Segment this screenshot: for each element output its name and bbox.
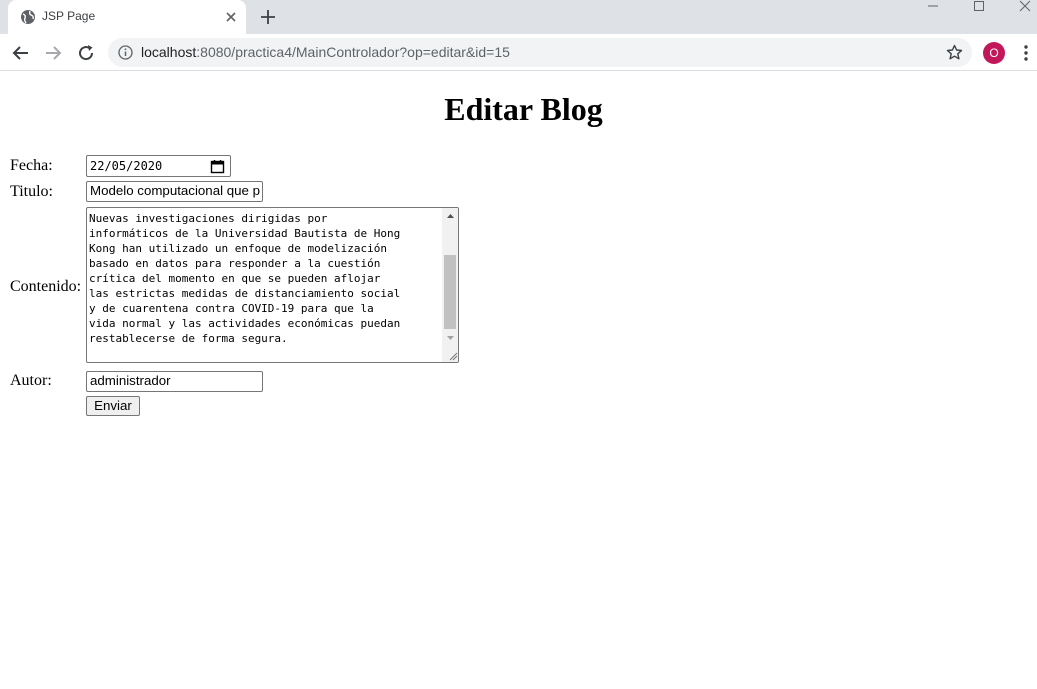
minimize-icon[interactable] bbox=[910, 0, 956, 14]
maximize-icon[interactable] bbox=[956, 0, 1002, 14]
autor-label: Autor: bbox=[10, 372, 52, 389]
browser-toolbar: localhost:8080/practica4/MainControlador… bbox=[0, 34, 1037, 71]
contenido-textarea[interactable]: Nuevas investigaciones dirigidas por inf… bbox=[86, 207, 459, 363]
contenido-label: Contenido: bbox=[10, 278, 82, 295]
forward-arrow-icon[interactable] bbox=[42, 42, 64, 64]
address-bar[interactable]: localhost:8080/practica4/MainControlador… bbox=[108, 38, 972, 67]
fecha-value: 22/05/2020 bbox=[90, 159, 163, 173]
browser-tab[interactable]: JSP Page bbox=[8, 0, 246, 34]
more-menu-icon[interactable] bbox=[1018, 44, 1034, 62]
textarea-scrollbar[interactable] bbox=[442, 208, 459, 362]
reload-icon[interactable] bbox=[75, 42, 97, 64]
fecha-date-input[interactable]: 22/05/2020 bbox=[86, 155, 231, 177]
contenido-text: Nuevas investigaciones dirigidas por inf… bbox=[89, 212, 401, 345]
url-host: localhost bbox=[141, 44, 197, 60]
fecha-label: Fecha: bbox=[10, 157, 53, 174]
bookmark-star-icon[interactable] bbox=[946, 44, 963, 61]
tab-title: JSP Page bbox=[42, 9, 96, 23]
close-tab-icon[interactable] bbox=[224, 10, 238, 24]
url-text: localhost:8080/practica4/MainControlador… bbox=[141, 44, 510, 60]
scroll-up-arrow-icon[interactable] bbox=[442, 208, 459, 225]
scroll-down-arrow-icon[interactable] bbox=[442, 329, 459, 346]
resize-grip-icon[interactable] bbox=[448, 351, 458, 361]
globe-icon bbox=[21, 10, 35, 24]
url-path: :8080/practica4/MainControlador?op=edita… bbox=[196, 44, 510, 60]
calendar-icon[interactable] bbox=[210, 159, 225, 174]
tab-strip: JSP Page bbox=[0, 0, 1037, 34]
scrollbar-thumb[interactable] bbox=[444, 255, 456, 329]
page-title: Editar Blog bbox=[444, 91, 603, 127]
titulo-label: Titulo: bbox=[10, 183, 53, 200]
info-icon[interactable] bbox=[118, 45, 133, 60]
autor-input[interactable]: administrador bbox=[86, 371, 263, 392]
enviar-button[interactable]: Enviar bbox=[86, 396, 140, 416]
close-window-icon[interactable] bbox=[1002, 0, 1037, 14]
new-tab-icon[interactable] bbox=[259, 8, 277, 26]
profile-avatar[interactable]: O bbox=[983, 42, 1005, 64]
titulo-input[interactable]: Modelo computacional que p bbox=[86, 181, 263, 202]
back-arrow-icon[interactable] bbox=[10, 42, 32, 64]
